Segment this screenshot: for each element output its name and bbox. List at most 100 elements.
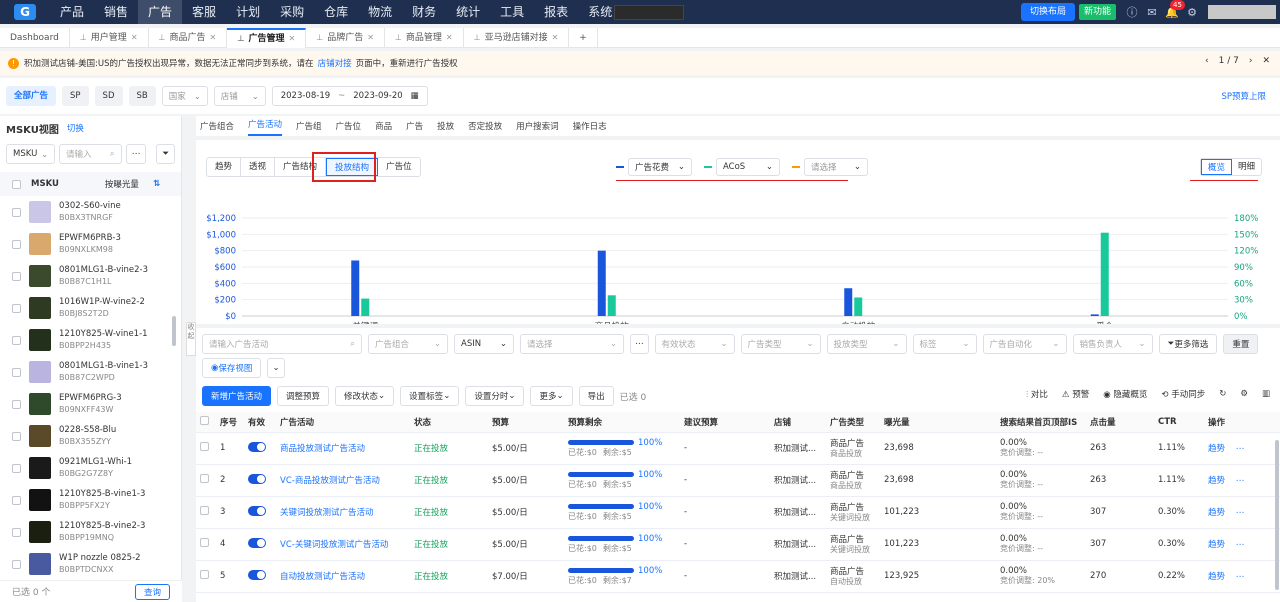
enabled-toggle[interactable] bbox=[248, 441, 266, 452]
close-icon[interactable]: ✕ bbox=[367, 28, 374, 48]
msku-list-item[interactable]: 1210Y825-W-vine1-1 B0BPP2H435 bbox=[0, 324, 181, 356]
close-icon[interactable]: ✕ bbox=[210, 28, 217, 48]
close-icon[interactable]: ✕ bbox=[289, 29, 296, 49]
search-icon[interactable]: ⌕ bbox=[110, 149, 115, 159]
page-tab[interactable]: ⊥ 亚马逊店铺对接 ✕ bbox=[464, 27, 570, 48]
column-header[interactable]: 搜索结果首页顶部IS bbox=[996, 412, 1086, 433]
modify-status-button[interactable]: 修改状态 ⌄ bbox=[335, 386, 395, 406]
row-checkbox[interactable] bbox=[200, 506, 209, 515]
msku-list-item[interactable]: EPWFM6PRB-3 B09NXLKM98 bbox=[0, 228, 181, 260]
column-header[interactable]: 广告活动 bbox=[276, 412, 410, 433]
segment-sp[interactable]: SP bbox=[62, 86, 89, 106]
next-icon[interactable]: › bbox=[1249, 56, 1253, 66]
sort-select[interactable]: 按曝光量 bbox=[105, 178, 139, 190]
subtab-item[interactable]: 广告活动 bbox=[248, 116, 283, 136]
item-checkbox[interactable] bbox=[12, 207, 21, 217]
budget-value[interactable]: $7.00/日 bbox=[488, 560, 564, 593]
page-tab[interactable]: ⊥ 商品管理 ✕ bbox=[385, 27, 464, 48]
enabled-toggle[interactable] bbox=[248, 473, 266, 484]
enabled-toggle[interactable] bbox=[248, 569, 266, 580]
more-actions-icon[interactable]: ⋯ bbox=[1233, 444, 1245, 454]
segment-all-ads[interactable]: 全部广告 bbox=[6, 86, 57, 106]
campaign-search-input[interactable]: 请输入广告活动 ⌕ bbox=[202, 334, 362, 354]
column-header[interactable]: 广告类型 bbox=[826, 412, 880, 433]
subtab-item[interactable]: 广告位 bbox=[336, 120, 362, 132]
table-row[interactable]: 4 VC-关键词投放测试广告活动 正在投放 $5.00/日 100% 已花:$0 剩余:$5… bbox=[196, 528, 1280, 561]
subtab-item[interactable]: 否定投放 bbox=[468, 120, 502, 132]
subtab-item[interactable]: 广告组合 bbox=[200, 120, 234, 132]
compare-button[interactable]: ⫶ 对比 bbox=[1026, 388, 1048, 400]
budget-value[interactable]: $5.00/日 bbox=[488, 464, 564, 497]
refresh-icon[interactable]: ↻ bbox=[1219, 389, 1226, 399]
help-icon[interactable]: ⓘ bbox=[1122, 4, 1142, 20]
item-checkbox[interactable] bbox=[12, 239, 21, 249]
sort-order-icon[interactable]: ⇅ bbox=[153, 179, 160, 189]
subtab-item[interactable]: 广告组 bbox=[296, 120, 322, 132]
save-view-button[interactable]: ◉ 保存视图 bbox=[202, 358, 262, 378]
hide-overview-button[interactable]: ◉ 隐藏概览 bbox=[1103, 388, 1147, 400]
subtab-item[interactable]: 投放 bbox=[437, 120, 454, 132]
prev-icon[interactable]: ‹ bbox=[1205, 56, 1209, 66]
adjust-budget-button[interactable]: 调整预算 bbox=[277, 386, 330, 406]
menu-item[interactable]: 广告 bbox=[138, 0, 183, 24]
menu-item[interactable]: 报表 bbox=[534, 0, 578, 24]
target-type-select[interactable]: 投放类型 ⌄ bbox=[826, 334, 907, 354]
close-icon[interactable]: ✕ bbox=[131, 28, 138, 48]
column-header[interactable]: 店铺 bbox=[770, 412, 826, 433]
campaign-name[interactable]: 关键词投放测试广告活动 bbox=[276, 496, 410, 529]
automation-select[interactable]: 广告自动化 ⌄ bbox=[982, 334, 1067, 354]
row-checkbox[interactable] bbox=[200, 570, 209, 579]
msku-list-item[interactable]: EPWFM6PRG-3 B09NXFF43W bbox=[0, 388, 181, 420]
add-tab-icon[interactable]: + bbox=[569, 27, 598, 48]
page-tab[interactable]: ⊥ 商品广告 ✕ bbox=[149, 27, 228, 48]
mail-icon[interactable]: ✉ bbox=[1142, 6, 1162, 19]
store-link[interactable]: 店铺对接 bbox=[318, 57, 352, 69]
more-options-button[interactable]: ⋯ bbox=[125, 144, 147, 164]
campaign-name[interactable]: 自动投放测试广告活动 bbox=[276, 560, 410, 593]
table-row[interactable]: 2 VC-商品投放测试广告活动 正在投放 $5.00/日 100% 已花:$0 剩余:$5 -… bbox=[196, 464, 1280, 497]
more-actions-icon[interactable]: ⋯ bbox=[1233, 540, 1245, 550]
manual-sync-button[interactable]: ⟲ 手动同步 bbox=[1161, 388, 1205, 400]
reset-button[interactable]: 重置 bbox=[1223, 334, 1259, 354]
msku-list-item[interactable]: 0302-S60-vine B0BX3TNRGF bbox=[0, 196, 181, 228]
dayparting-button[interactable]: 设置分时 ⌄ bbox=[465, 386, 525, 406]
menu-item[interactable]: 统计 bbox=[446, 0, 490, 24]
msku-search-input[interactable]: 请输入 ⌕ bbox=[59, 144, 122, 164]
user-avatar[interactable] bbox=[1208, 5, 1276, 19]
query-button[interactable]: 查询 bbox=[134, 583, 170, 600]
bell-icon[interactable]: 🔔 45 bbox=[1162, 0, 1185, 19]
item-checkbox[interactable] bbox=[12, 463, 21, 473]
item-checkbox[interactable] bbox=[12, 431, 21, 441]
msku-type-select[interactable]: MSKU ⌄ bbox=[6, 144, 55, 164]
column-header[interactable]: 建议预算 bbox=[680, 412, 770, 433]
msku-list-item[interactable]: 1016W1P-W-vine2-2 B0BJ8S2T2D bbox=[0, 292, 181, 324]
close-icon[interactable]: ✕ bbox=[446, 28, 453, 48]
item-checkbox[interactable] bbox=[12, 335, 21, 345]
filter-icon[interactable]: ⏷ bbox=[156, 144, 175, 164]
more-actions-icon[interactable]: ⋯ bbox=[1233, 508, 1245, 518]
collapse-sidebar-button[interactable]: 收起 bbox=[186, 322, 196, 356]
trend-link[interactable]: 趋势 bbox=[1208, 444, 1225, 454]
subtab-item[interactable]: 商品 bbox=[375, 120, 392, 132]
column-header[interactable]: 预算 bbox=[488, 412, 564, 433]
menu-item[interactable]: 产品 bbox=[50, 0, 94, 24]
status-select[interactable]: 有效状态 ⌄ bbox=[654, 334, 735, 354]
app-logo[interactable]: G bbox=[0, 0, 50, 24]
save-view-dropdown[interactable]: ⌄ bbox=[267, 358, 285, 378]
column-header[interactable]: 序号 bbox=[216, 412, 244, 433]
column-header[interactable]: 曝光量 bbox=[880, 412, 996, 433]
item-checkbox[interactable] bbox=[12, 559, 21, 569]
column-header[interactable]: 预算剩余 bbox=[564, 412, 680, 433]
msku-list-item[interactable]: W1P nozzle 0825-2 B0BPTDCNXX bbox=[0, 548, 181, 580]
switch-view-link[interactable]: 切换 bbox=[67, 122, 84, 134]
alert-button[interactable]: ⚠ 预警 bbox=[1062, 388, 1089, 400]
new-feature-button[interactable]: 新功能 bbox=[1078, 4, 1116, 20]
row-checkbox[interactable] bbox=[200, 474, 209, 483]
more-filters-button[interactable]: ⏷ 更多筛选 bbox=[1158, 334, 1218, 354]
item-checkbox[interactable] bbox=[12, 367, 21, 377]
asin-select[interactable]: 请选择 ⌄ bbox=[520, 334, 624, 354]
new-campaign-button[interactable]: 新增广告活动 bbox=[202, 386, 272, 406]
menu-item[interactable]: 工具 bbox=[490, 0, 534, 24]
table-row[interactable]: 1 商品投放测试广告活动 正在投放 $5.00/日 100% 已花:$0 剩余:$5 - 积加测… bbox=[196, 432, 1280, 465]
campaign-name[interactable]: VC-商品投放测试广告活动 bbox=[276, 464, 410, 497]
